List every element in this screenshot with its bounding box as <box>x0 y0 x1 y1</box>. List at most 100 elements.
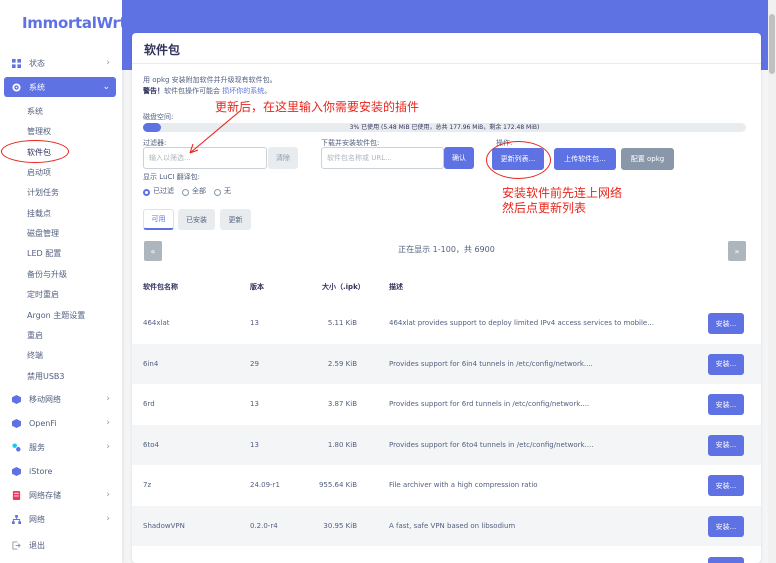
sidebar-item-mobile-network[interactable]: 移动网络 › <box>4 389 116 409</box>
divider <box>132 63 761 64</box>
sidebar-item-label: 网络 <box>29 514 45 524</box>
sidebar-item-nas[interactable]: 网络存储 › <box>4 485 116 505</box>
table-row: ShadowVPN 0.2.0-r4 30.95 KiB A fast, safe V… <box>132 506 761 546</box>
sidebar-item-label: 网络存储 <box>29 490 61 500</box>
install-button[interactable]: 安装... <box>708 556 744 563</box>
sidebar-subitem-admin[interactable]: 管理权 <box>27 126 51 137</box>
package-url-input[interactable] <box>321 147 444 169</box>
tab-available[interactable]: 可用 <box>143 209 174 230</box>
radio-filtered-label: 已过滤 <box>153 187 174 195</box>
scrollbar[interactable] <box>768 0 776 563</box>
radio-all-label: 全部 <box>192 187 206 195</box>
install-button[interactable]: 安装... <box>708 475 744 497</box>
install-button[interactable]: 安装... <box>708 394 744 416</box>
sidebar: ImmortalWrt 状态 › 系统 ⌄ 系统 管理权 软件包 启动项 计划任… <box>0 0 127 563</box>
table-row: 464xlat 13 5.11 KiB 464xlat provides suppor… <box>132 303 761 343</box>
chevron-right-icon: › <box>106 514 110 524</box>
table-row: 6to4 13 1.80 KiB Provides support for 6to4 … <box>132 424 761 465</box>
sidebar-subitem-crontab[interactable]: 计划任务 <box>27 187 59 198</box>
sidebar-item-system[interactable]: 系统 ⌄ <box>4 77 116 97</box>
column-header-description: 描述 <box>389 283 403 291</box>
tab-updates[interactable]: 更新 <box>220 209 251 230</box>
storage-icon <box>12 490 21 500</box>
confirm-button[interactable]: 确认 <box>444 147 474 169</box>
sidebar-item-openfi[interactable]: OpenFi › <box>4 413 116 433</box>
table-row: 20230206.0 A Tunnel which Improves your N… <box>132 547 761 563</box>
sidebar-subitem-mounts[interactable]: 挂载点 <box>27 208 51 219</box>
package-version: 20230206.0 <box>250 547 315 563</box>
package-description: 464xlat provides support to deploy limit… <box>389 319 654 327</box>
annotation-top: 更新后，在这里输入你需要安装的插件 <box>215 100 420 114</box>
column-header-version: 版本 <box>250 283 264 291</box>
package-size: 955.64 KiB <box>318 481 357 490</box>
annotation-arrow <box>189 110 241 154</box>
sidebar-item-istore[interactable]: iStore <box>4 461 116 481</box>
intro-text: 用 opkg 安装附加软件并升级现有软件包。 <box>143 76 277 84</box>
upload-package-button[interactable]: 上传软件包... <box>554 148 616 170</box>
package-description: Provides support for 6to4 tunnels in /et… <box>389 440 594 449</box>
package-description: File archiver with a high compression ra… <box>389 481 538 490</box>
sidebar-subitem-timed-reboot[interactable]: 定时重启 <box>27 289 59 300</box>
cube-icon <box>12 394 21 404</box>
table-row: 7z 24.09-r1 955.64 KiB File archiver with a… <box>132 465 761 505</box>
package-version: 29 <box>250 359 259 368</box>
package-version: 24.09-r1 <box>250 481 280 490</box>
logo: ImmortalWrt <box>22 14 127 32</box>
sidebar-item-label: OpenFi <box>29 418 57 428</box>
sidebar-item-status[interactable]: 状态 › <box>4 53 116 73</box>
package-name: 6in4 <box>143 359 159 368</box>
package-name: 464xlat <box>143 319 170 327</box>
sidebar-subitem-argon[interactable]: Argon 主题设置 <box>27 310 85 321</box>
radio-all[interactable] <box>182 189 189 196</box>
warning-text: 警告！软件包操作可能会 损坏你的系统。 <box>143 86 271 96</box>
package-name: 6rd <box>143 400 155 409</box>
install-button[interactable]: 安装... <box>708 313 744 334</box>
logout-icon <box>12 540 21 550</box>
chevron-down-icon: ⌄ <box>102 82 110 92</box>
package-size: 3.87 KiB <box>327 400 357 409</box>
chevron-right-icon: › <box>106 394 110 404</box>
install-button[interactable]: 安装... <box>708 353 744 375</box>
sidebar-item-label: 移动网络 <box>29 394 61 404</box>
configure-opkg-button[interactable]: 配置 opkg <box>621 148 674 170</box>
clear-button[interactable]: 清除 <box>268 147 298 169</box>
sidebar-subitem-reboot[interactable]: 重启 <box>27 330 43 341</box>
puzzle-icon <box>12 442 21 452</box>
warning-body: 软件包操作可能会 <box>164 87 220 95</box>
sidebar-subitem-led[interactable]: LED 配置 <box>27 248 61 259</box>
table-row: 6rd 13 3.87 KiB Provides support for 6rd tu… <box>132 384 761 424</box>
package-size: 5.11 KiB <box>327 319 357 327</box>
chevron-right-icon: › <box>106 418 110 428</box>
sidebar-subitem-usb3[interactable]: 禁用USB3 <box>27 371 65 382</box>
sidebar-subitem-startup[interactable]: 启动项 <box>27 167 51 178</box>
sidebar-subitem-backup[interactable]: 备份与升级 <box>27 269 67 280</box>
install-button[interactable]: 安装... <box>708 516 744 537</box>
scrollbar-thumb[interactable] <box>769 14 775 74</box>
network-icon <box>12 514 21 524</box>
package-description: A Tunnel which Improves your Network Qua… <box>389 547 699 563</box>
cube-icon <box>12 418 21 428</box>
sidebar-item-logout[interactable]: 退出 <box>4 535 116 555</box>
pager-next-button[interactable]: » <box>728 241 746 261</box>
warning-link[interactable]: 损坏你的系统 <box>222 87 264 95</box>
radio-filtered[interactable] <box>143 189 150 196</box>
sidebar-item-services[interactable]: 服务 › <box>4 437 116 457</box>
sidebar-subitem-terminal[interactable]: 终端 <box>27 350 43 361</box>
annotation-right: 安装软件前先连上网络 然后点更新列表 <box>502 186 622 216</box>
install-button[interactable]: 安装... <box>708 434 744 456</box>
sidebar-subitem-disks[interactable]: 磁盘管理 <box>27 228 59 239</box>
annotation-right-line1: 安装软件前先连上网络 <box>502 186 623 200</box>
warning-end: 。 <box>264 87 272 95</box>
package-description: A fast, safe VPN based on libsodium <box>389 522 516 530</box>
tab-installed[interactable]: 已安装 <box>178 209 215 230</box>
package-version: 0.2.0-r4 <box>250 522 278 530</box>
radio-none[interactable] <box>214 189 221 196</box>
package-size: 30.95 KiB <box>323 522 357 530</box>
package-description: Provides support for 6in4 tunnels in /et… <box>389 359 593 368</box>
package-version: 13 <box>250 440 259 449</box>
sidebar-subitem-system[interactable]: 系统 <box>27 106 43 117</box>
radio-none-label: 无 <box>224 187 231 195</box>
sidebar-item-network[interactable]: 网络 › <box>4 509 116 529</box>
column-header-size: 大小（.ipk） <box>322 283 365 291</box>
annotation-circle-packages <box>1 140 69 163</box>
